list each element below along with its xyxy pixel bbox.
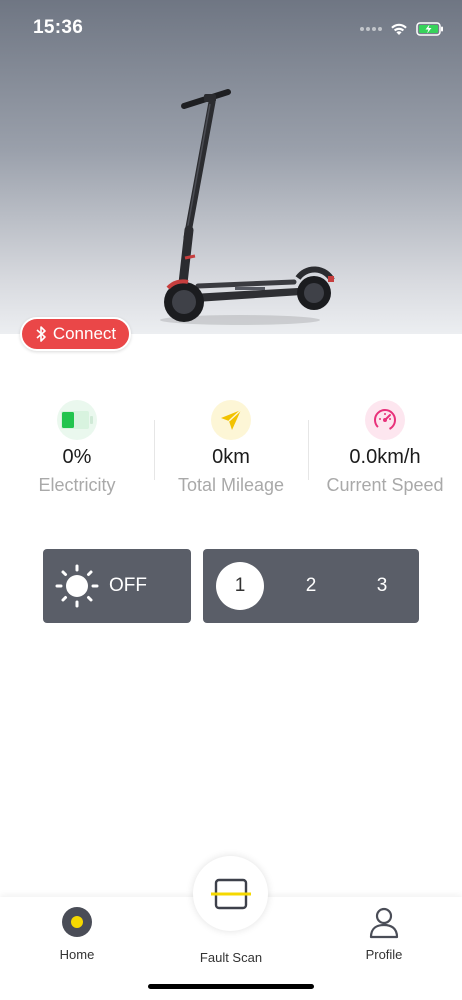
- gear-option-1[interactable]: 1: [216, 562, 264, 610]
- stat-electricity: 0% Electricity: [0, 400, 154, 500]
- status-icons: [360, 19, 444, 39]
- profile-icon: [369, 907, 399, 939]
- home-indicator: [148, 984, 314, 989]
- speed-value: 0.0km/h: [349, 446, 421, 468]
- gear-selector: 1 2 3: [203, 549, 419, 623]
- wifi-icon: [391, 23, 407, 35]
- cellular-signal-icon: [360, 27, 382, 31]
- mileage-value: 0km: [212, 446, 250, 468]
- status-bar: 15:36: [0, 0, 462, 56]
- electricity-value: 0%: [62, 446, 92, 468]
- gear-option-2[interactable]: 2: [287, 562, 335, 610]
- bluetooth-icon: [36, 326, 46, 342]
- gear-option-3[interactable]: 3: [358, 562, 406, 610]
- connect-button[interactable]: Connect: [20, 317, 131, 351]
- battery-charging-icon: [416, 22, 443, 36]
- paper-plane-icon: [211, 400, 251, 440]
- stat-speed: 0.0km/h Current Speed: [308, 400, 462, 500]
- headlight-state: OFF: [109, 575, 147, 596]
- stats-panel: 0% Electricity 0km Total Mileage 0.0km/h…: [0, 400, 462, 500]
- connect-label: Connect: [52, 324, 117, 343]
- hero-banner: 15:36: [0, 0, 462, 334]
- speed-label: Current Speed: [326, 475, 444, 495]
- stat-mileage: 0km Total Mileage: [154, 400, 308, 500]
- tab-fault-scan-label: Fault Scan: [199, 950, 263, 965]
- fault-scan-button[interactable]: [193, 856, 268, 931]
- scooter-image: [160, 89, 335, 325]
- electricity-label: Electricity: [38, 475, 116, 495]
- scan-icon: [210, 878, 251, 909]
- tab-profile-label: Profile: [365, 947, 403, 962]
- speedometer-icon: [365, 400, 405, 440]
- home-icon: [62, 907, 92, 937]
- mileage-label: Total Mileage: [177, 475, 285, 495]
- sun-icon: [55, 564, 99, 608]
- tab-home-label: Home: [59, 947, 95, 962]
- status-time: 15:36: [33, 17, 84, 38]
- battery-icon: [57, 400, 97, 440]
- headlight-toggle[interactable]: OFF: [43, 549, 191, 623]
- tab-fault-scan-label-wrap: Fault Scan: [181, 942, 281, 965]
- tab-home[interactable]: Home: [27, 905, 127, 962]
- tab-profile[interactable]: Profile: [334, 905, 434, 962]
